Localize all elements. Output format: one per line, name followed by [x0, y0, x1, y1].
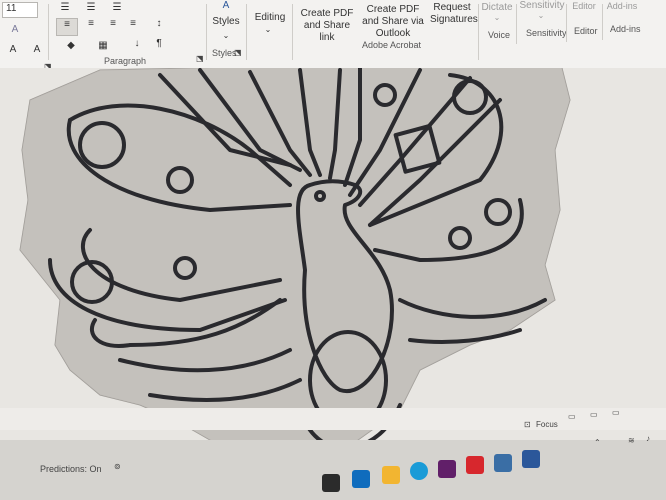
outlook-icon[interactable]	[352, 470, 370, 488]
print-layout-icon[interactable]: ▭	[568, 412, 576, 421]
word-icon[interactable]	[522, 450, 540, 468]
volume-icon[interactable]: ♪	[646, 434, 650, 443]
ribbon-separator	[478, 4, 479, 60]
line-spacing-icon[interactable]: ↕	[150, 18, 168, 30]
show-formatting-icon[interactable]: ¶	[152, 38, 166, 50]
align-center-icon[interactable]: ≡	[82, 18, 100, 30]
accessibility-icon[interactable]: ⊚	[114, 462, 121, 471]
ribbon-separator	[516, 4, 517, 44]
predictions-label: Predictions: On	[40, 464, 102, 474]
taskbar: Predictions: On ⊚ ⌃ ≋ ♪	[0, 434, 666, 500]
font-size-box[interactable]: 11	[2, 2, 38, 18]
editor-group-label: Editor	[574, 26, 598, 36]
create-pdf-share-link-button[interactable]: Create PDF and Share link	[296, 8, 358, 44]
styles-launcher-icon[interactable]: ⬔	[234, 48, 242, 57]
chevron-down-icon: ⌄	[493, 13, 501, 22]
slack-icon[interactable]	[438, 460, 456, 478]
wifi-icon[interactable]: ≋	[628, 436, 635, 445]
editing-button[interactable]: Editing	[250, 12, 290, 24]
create-pdf-share-outlook-button[interactable]: Create PDF and Share via Outlook	[360, 4, 426, 40]
editor-button[interactable]: Editor	[568, 0, 600, 12]
ribbon-separator	[206, 4, 207, 60]
ribbon-separator	[246, 4, 247, 60]
numbering-icon[interactable]: ☰	[82, 2, 100, 14]
document-canvas	[0, 68, 666, 440]
font-shrink-icon[interactable]: A	[6, 44, 20, 56]
calculator-icon[interactable]	[494, 454, 512, 472]
styles-button[interactable]: Styles	[206, 16, 246, 28]
paragraph-group-label: Paragraph	[104, 56, 147, 66]
peacock-drawing-image	[19, 68, 571, 440]
voice-group-label: Voice	[488, 30, 511, 40]
edge-icon[interactable]	[410, 462, 428, 480]
align-right-icon[interactable]: ≡	[104, 18, 122, 30]
ribbon-separator	[292, 4, 293, 60]
font-grow-icon[interactable]: A	[30, 44, 44, 56]
acrobat-icon[interactable]	[466, 456, 484, 474]
focus-icon[interactable]: ⊡	[524, 420, 531, 429]
ribbon: 11 A A A ☰ ☰ ☰ ≡ ≡ ≡ ≡ ↕ ◆ ▦ ↓ ¶ Paragra…	[0, 0, 666, 71]
ribbon-separator	[48, 4, 49, 60]
justify-icon[interactable]: ≡	[124, 18, 142, 30]
chevron-down-icon: ⌄	[264, 25, 272, 34]
ribbon-separator	[602, 4, 603, 40]
file-explorer-icon[interactable]	[382, 466, 400, 484]
addins-group-label: Add-ins	[610, 24, 641, 34]
chevron-down-icon: ⌄	[222, 31, 230, 40]
styles-group-label: Styles	[212, 48, 237, 58]
align-left-icon[interactable]: ≡	[56, 18, 78, 36]
paragraph-launcher-icon[interactable]: ⬔	[196, 54, 204, 63]
chevron-down-icon: ⌄	[537, 11, 545, 20]
bullets-icon[interactable]: ☰	[56, 2, 74, 14]
addins-button[interactable]: Add-ins	[604, 0, 640, 12]
highlight-icon[interactable]: A	[8, 24, 22, 38]
sort-icon[interactable]: ↓	[128, 38, 146, 50]
request-signatures-button[interactable]: Request Signatures	[430, 2, 478, 26]
shading-icon[interactable]: ◆	[62, 40, 80, 52]
ribbon-separator	[566, 4, 567, 42]
chevron-up-icon[interactable]: ⌃	[594, 438, 601, 447]
web-layout-icon[interactable]: ▭	[590, 410, 598, 419]
task-view-icon[interactable]	[322, 474, 340, 492]
status-bar: ⊡ Focus ▭ ▭ ▭	[0, 408, 666, 430]
multilevel-list-icon[interactable]: ☰	[108, 2, 126, 14]
adobe-acrobat-group-label: Adobe Acrobat	[362, 40, 422, 50]
focus-label[interactable]: Focus	[536, 420, 558, 429]
styles-icon[interactable]: A	[216, 0, 236, 14]
read-mode-icon[interactable]: ▭	[612, 408, 620, 417]
borders-icon[interactable]: ▦	[94, 40, 112, 52]
sensitivity-group-label: Sensitivity	[526, 28, 567, 38]
